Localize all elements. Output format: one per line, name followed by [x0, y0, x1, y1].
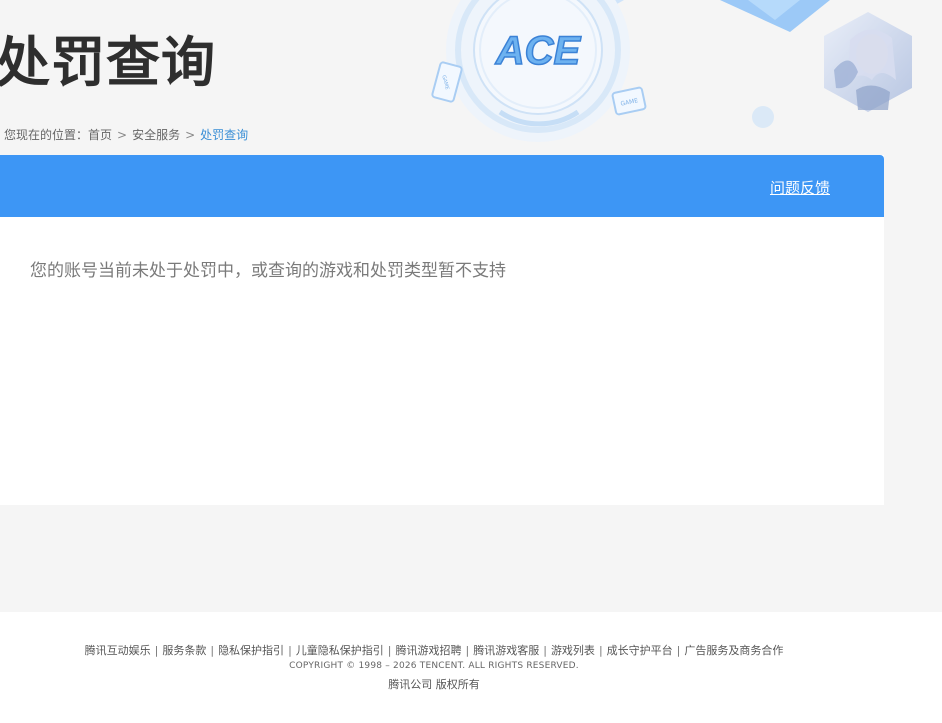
footer: 腾讯互动娱乐 | 服务条款 | 隐私保护指引 | 儿童隐私保护指引 | 腾讯游戏招聘 | 腾讯游戏客…	[0, 612, 942, 723]
footer-link-parental-guard[interactable]: 成长守护平台	[607, 644, 673, 657]
copyright-text: COPYRIGHT © 1998 – 2026 TENCENT. ALL RIG…	[289, 661, 579, 671]
feedback-link[interactable]: 问题反馈	[770, 177, 830, 198]
breadcrumb-prefix: 您现在的位置：	[4, 128, 89, 142]
footer-links: 腾讯互动娱乐 | 服务条款 | 隐私保护指引 | 儿童隐私保护指引 | 腾讯游戏招聘 | 腾讯游戏客…	[0, 642, 868, 658]
footer-link-ads[interactable]: 广告服务及商务合作	[684, 644, 783, 657]
footer-link-careers[interactable]: 腾讯游戏招聘	[396, 644, 462, 657]
breadcrumb: 您现在的位置：首页 > 安全服务 > 处罚查询	[4, 126, 248, 143]
breadcrumb-separator: >	[117, 128, 128, 142]
footer-link-privacy[interactable]: 隐私保护指引	[218, 644, 284, 657]
footer-divider: |	[598, 644, 603, 657]
breadcrumb-current: 处罚查询	[200, 128, 249, 142]
footer-link-tencent-games[interactable]: 腾讯互动娱乐	[85, 644, 151, 657]
footer-divider: |	[465, 644, 470, 657]
footer-link-support[interactable]: 腾讯游戏客服	[473, 644, 539, 657]
game-card-icon: GAME	[431, 61, 463, 103]
footer-link-child-privacy[interactable]: 儿童隐私保护指引	[296, 644, 384, 657]
page-title: 处罚查询	[0, 31, 216, 94]
footer-divider: |	[676, 644, 681, 657]
footer-divider: |	[543, 644, 547, 657]
ace-logo-text: ACE	[495, 29, 582, 73]
footer-link-game-list[interactable]: 游戏列表	[551, 644, 595, 657]
result-message: 您的账号当前未处于处罚中，或查询的游戏和处罚类型暂不支持	[30, 261, 506, 281]
footer-divider: |	[387, 644, 392, 657]
panel-header-bar: 问题反馈	[0, 155, 884, 217]
character-portrait	[820, 10, 916, 114]
breadcrumb-home-link[interactable]: 首页	[88, 128, 112, 142]
footer-link-terms[interactable]: 服务条款	[162, 644, 206, 657]
game-badge-icon: GAME	[611, 86, 647, 116]
breadcrumb-separator: >	[185, 128, 196, 142]
decorative-bubble	[752, 106, 774, 128]
footer-divider: |	[210, 644, 215, 657]
breadcrumb-security-link[interactable]: 安全服务	[132, 128, 180, 142]
ace-logo: ACE	[440, 0, 640, 150]
footer-divider: |	[288, 644, 292, 657]
hero-banner: 处罚查询 ACE GAME GAME 您现在的位置：首页 > 安全服务 > 处罚…	[0, 0, 942, 155]
footer-divider: |	[154, 644, 159, 657]
result-panel: 问题反馈 您的账号当前未处于处罚中，或查询的游戏和处罚类型暂不支持	[0, 155, 884, 505]
page: 处罚查询 ACE GAME GAME 您现在的位置：首页 > 安全服务 > 处罚…	[0, 0, 942, 723]
company-text: 腾讯公司 版权所有	[388, 678, 480, 691]
